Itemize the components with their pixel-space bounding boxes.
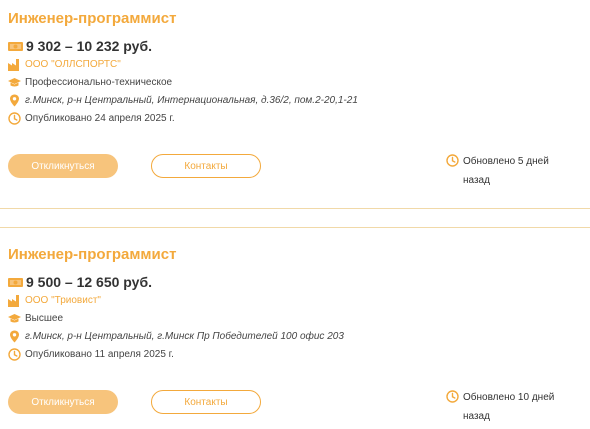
vacancy-title[interactable]: Инженер-программист	[8, 246, 176, 263]
clock-icon	[8, 348, 21, 361]
graduation-cap-icon	[8, 312, 21, 325]
published-row: Опубликовано 24 апреля 2025 г.	[8, 112, 175, 125]
company-row: ООО "ОЛЛСПОРТС"	[8, 58, 121, 71]
address-text: г.Минск, р-н Центральный, г.Минск Пр Поб…	[25, 331, 344, 342]
published-text: Опубликовано 24 апреля 2025 г.	[25, 113, 175, 124]
location-pin-icon	[8, 94, 21, 107]
updated-info: Обновлено 5 дней назад	[446, 152, 573, 190]
clock-icon	[8, 112, 21, 125]
contacts-button[interactable]: Контакты	[151, 390, 261, 414]
education-text: Профессионально-техническое	[25, 77, 173, 88]
published-text: Опубликовано 11 апреля 2025 г.	[25, 349, 174, 360]
education-row: Профессионально-техническое	[8, 76, 172, 89]
salary-row: 9 500 – 12 650 руб.	[8, 274, 152, 290]
divider	[0, 227, 590, 228]
graduation-cap-icon	[8, 76, 21, 89]
salary-text: 9 302 – 10 232 руб.	[26, 38, 152, 54]
education-text: Высшее	[25, 313, 64, 324]
published-row: Опубликовано 11 апреля 2025 г.	[8, 348, 174, 361]
clock-icon	[446, 390, 459, 403]
salary-text: 9 500 – 12 650 руб.	[26, 274, 152, 290]
company-row: ООО "Триовист"	[8, 294, 101, 307]
clock-icon	[446, 154, 459, 167]
apply-button[interactable]: Откликнуться	[8, 390, 118, 414]
updated-info: Обновлено 10 дней назад	[446, 388, 573, 426]
money-icon	[8, 276, 23, 289]
money-icon	[8, 40, 23, 53]
education-row: Высшее	[8, 312, 63, 325]
updated-text: Обновлено 10 дней назад	[463, 392, 555, 422]
divider	[0, 208, 590, 209]
location-pin-icon	[8, 330, 21, 343]
apply-button[interactable]: Откликнуться	[8, 154, 118, 178]
factory-icon	[8, 58, 21, 71]
updated-text: Обновлено 5 дней назад	[463, 156, 549, 186]
address-text: г.Минск, р-н Центральный, Интернациональ…	[25, 95, 358, 106]
factory-icon	[8, 294, 21, 307]
salary-row: 9 302 – 10 232 руб.	[8, 38, 152, 54]
address-row: г.Минск, р-н Центральный, г.Минск Пр Поб…	[8, 330, 344, 343]
company-name[interactable]: ООО "ОЛЛСПОРТС"	[25, 59, 121, 70]
vacancy-title[interactable]: Инженер-программист	[8, 10, 176, 27]
company-name[interactable]: ООО "Триовист"	[25, 295, 101, 306]
address-row: г.Минск, р-н Центральный, Интернациональ…	[8, 94, 358, 107]
contacts-button[interactable]: Контакты	[151, 154, 261, 178]
